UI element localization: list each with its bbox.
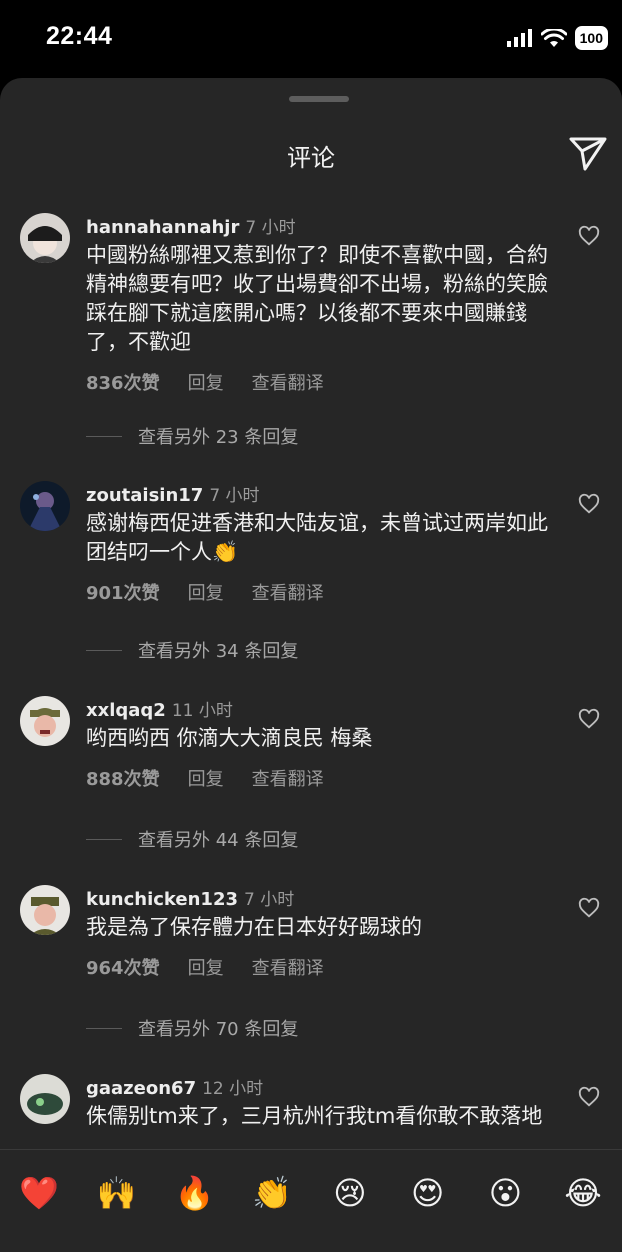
heart-icon[interactable] [578,1086,600,1108]
comment-actions: 964次赞 回复 查看翻译 [86,954,562,980]
comment-text: 我是為了保存體力在日本好好踢球的 [86,915,422,939]
like-count[interactable]: 964次赞 [86,954,160,980]
raised-hands-emoji[interactable]: 🙌 [95,1174,139,1212]
fire-emoji[interactable]: 🔥 [172,1174,216,1212]
status-time: 22:44 [46,22,113,50]
wifi-icon [540,28,567,47]
comment-username[interactable]: hannahannahjr [86,217,239,238]
divider [86,649,122,651]
reply-button[interactable]: 回复 [188,954,224,980]
translate-button[interactable]: 查看翻译 [252,765,324,791]
surprised-face-emoji[interactable]: 😮 [483,1174,527,1212]
view-replies-button[interactable]: 查看另外 44 条回复 [86,826,298,852]
avatar[interactable] [20,696,70,746]
heart-icon[interactable] [578,897,600,919]
heart-icon[interactable] [578,708,600,730]
clapping-hands-emoji[interactable]: 👏 [250,1174,294,1212]
send-icon[interactable] [568,133,608,173]
page-title: 评论 [287,144,335,172]
view-replies-label: 查看另外 70 条回复 [138,1019,299,1040]
avatar[interactable] [20,885,70,935]
emoji-row: ❤️ 🙌 🔥 👏 😢 😍 😮 😂 [0,1174,622,1212]
comment-username[interactable]: zoutaisin17 [86,485,203,506]
comment-username[interactable]: kunchicken123 [86,889,238,910]
comment-time: 7 小时 [245,218,296,238]
comment-text: 中國粉絲哪裡又惹到你了？即使不喜歡中國，合約精神總要有吧？收了出場費卻不出場，粉… [86,243,548,354]
translate-button[interactable]: 查看翻译 [252,369,324,395]
like-count[interactable]: 901次赞 [86,579,160,605]
status-bar: 22:44 100 [0,0,622,78]
reply-button[interactable]: 回复 [188,579,224,605]
translate-button[interactable]: 查看翻译 [252,579,324,605]
view-replies-label: 查看另外 34 条回复 [138,641,299,662]
like-count[interactable]: 836次赞 [86,369,160,395]
avatar[interactable] [20,213,70,263]
avatar[interactable] [20,1074,70,1124]
comment-text: 哟西哟西 你滴大大滴良民 梅桑 [86,726,373,750]
view-replies-label: 查看另外 23 条回复 [138,427,299,448]
avatar[interactable] [20,481,70,531]
view-replies-button[interactable]: 查看另外 34 条回复 [86,637,298,663]
comment-text: 侏儒别tm来了，三月杭州行我tm看你敢不敢落地 [86,1104,543,1128]
like-count[interactable]: 888次赞 [86,765,160,791]
translate-button[interactable]: 查看翻译 [252,954,324,980]
comment-username[interactable]: xxlqaq2 [86,700,166,721]
battery-indicator: 100 [574,26,608,50]
comment-time: 11 小时 [171,701,233,721]
heart-icon[interactable] [578,225,600,247]
heart-icon[interactable] [578,493,600,515]
comment-actions: 888次赞 回复 查看翻译 [86,765,562,791]
view-replies-button[interactable]: 查看另外 23 条回复 [86,423,298,449]
divider [86,435,122,437]
red-heart-emoji[interactable]: ❤️ [17,1174,61,1212]
emoji-reaction-bar: ❤️ 🙌 🔥 👏 😢 😍 😮 😂 [0,1149,622,1252]
heart-eyes-emoji[interactable]: 😍 [406,1174,450,1212]
comment-username[interactable]: gaazeon67 [86,1078,196,1099]
crying-face-emoji[interactable]: 😢 [328,1174,372,1212]
status-icons: 100 [506,26,608,50]
reply-button[interactable]: 回复 [188,765,224,791]
tears-of-joy-emoji[interactable]: 😂 [561,1174,605,1212]
cellular-signal-icon [506,29,532,47]
drag-handle[interactable] [289,96,349,102]
comment-time: 7 小时 [209,486,260,506]
divider [86,838,122,840]
comment-time: 12 小时 [202,1079,264,1099]
comment-text: 感谢梅西促进香港和大陆友谊，未曾试过两岸如此团结叼一个人👏 [86,511,548,564]
comment-actions: 901次赞 回复 查看翻译 [86,579,562,605]
comments-sheet: 评论 hannahannahjr 7 小时 中國粉絲哪裡又惹到你了？即使不喜歡中國… [0,78,622,1251]
divider [86,1027,122,1029]
view-replies-button[interactable]: 查看另外 70 条回复 [86,1015,298,1041]
comment-time: 7 小时 [244,890,295,910]
reply-button[interactable]: 回复 [188,369,224,395]
view-replies-label: 查看另外 44 条回复 [138,830,299,851]
comment-actions: 836次赞 回复 查看翻译 [86,369,562,395]
